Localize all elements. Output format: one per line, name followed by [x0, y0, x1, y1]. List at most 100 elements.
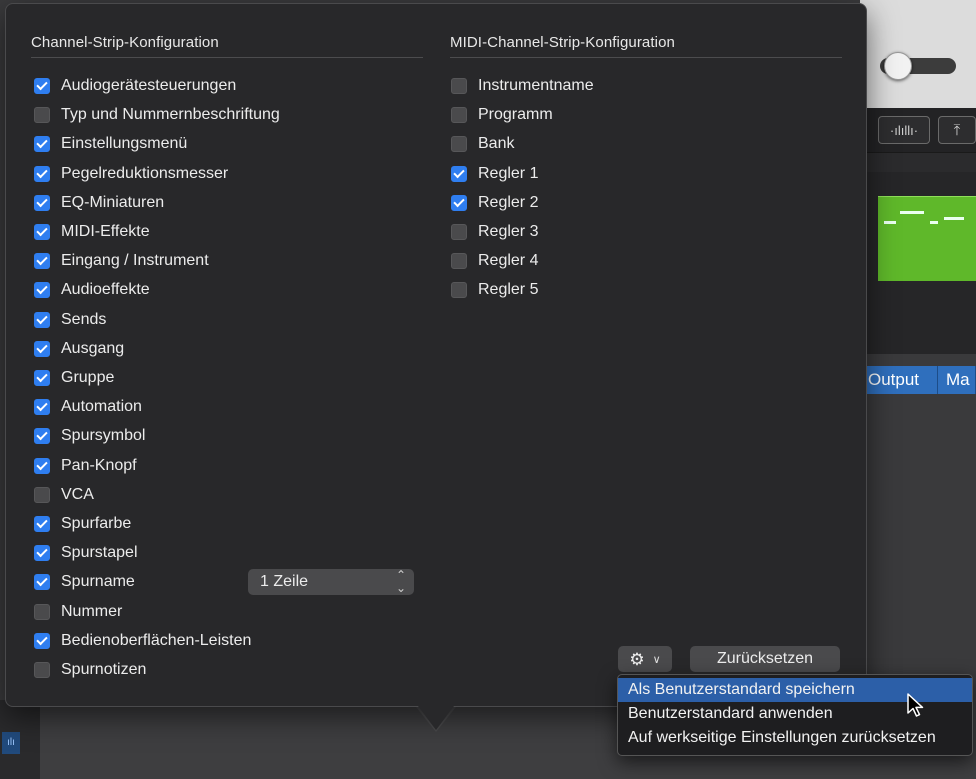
option-bedienoberflächen-leisten[interactable]: Bedienoberflächen-Leisten — [34, 630, 251, 652]
midi-option-regler-3[interactable]: Regler 3 — [451, 221, 538, 243]
checkbox[interactable] — [34, 253, 50, 270]
checkbox[interactable] — [34, 282, 50, 299]
checkbox[interactable] — [34, 574, 50, 591]
checkbox-label: Nummer — [61, 602, 123, 620]
up-down-chevron-icon: ⌃ ⌄ — [395, 568, 406, 595]
checkbox[interactable] — [34, 224, 50, 240]
option-vca[interactable]: VCA — [34, 484, 94, 506]
checkbox[interactable] — [451, 78, 467, 94]
checkbox-label: Pan-Knopf — [61, 456, 137, 474]
midi-option-programm[interactable]: Programm — [451, 104, 553, 126]
option-eingang-instrument[interactable]: Eingang / Instrument — [34, 250, 209, 272]
checkbox-label: Bedienoberflächen-Leisten — [61, 631, 252, 649]
vertical-zoom-button[interactable]: ⤒ — [938, 116, 976, 144]
checkbox-label: Sends — [61, 310, 107, 328]
option-audioeffekte[interactable]: Audioeffekte — [34, 279, 150, 301]
mouse-pointer-icon — [907, 693, 924, 717]
option-nummer[interactable]: Nummer — [34, 601, 122, 623]
option-gruppe[interactable]: Gruppe — [34, 367, 114, 389]
midi-note — [930, 221, 938, 224]
checkbox[interactable] — [451, 194, 467, 211]
checkbox[interactable] — [34, 399, 50, 416]
option-audiogerätesteuerungen[interactable]: Audiogerätesteuerungen — [34, 75, 236, 97]
checkbox[interactable] — [34, 486, 50, 503]
option-eq-miniaturen[interactable]: EQ-Miniaturen — [34, 192, 164, 214]
midi-option-regler-4[interactable]: Regler 4 — [451, 250, 538, 272]
checkbox-label: Bank — [478, 135, 515, 153]
checkbox-label: Spurname — [61, 573, 135, 591]
checkbox-label: Regler 1 — [478, 164, 539, 182]
midi-option-bank[interactable]: Bank — [451, 133, 514, 155]
ruler[interactable] — [860, 152, 976, 173]
checkbox[interactable] — [34, 165, 50, 182]
checkbox-label: Instrumentname — [478, 77, 594, 94]
checkbox[interactable] — [34, 340, 50, 357]
section-divider — [450, 57, 842, 58]
midi-note — [944, 217, 964, 220]
tab-partial[interactable]: Ma — [938, 366, 976, 394]
checkbox-label: Gruppe — [61, 369, 115, 386]
checkbox[interactable] — [451, 136, 467, 153]
master-volume-knob[interactable] — [884, 52, 912, 80]
checkbox-label: Typ und Nummernbeschriftung — [61, 106, 280, 124]
midi-option-instrumentname[interactable]: Instrumentname — [451, 75, 594, 97]
option-spursymbol[interactable]: Spursymbol — [34, 425, 145, 447]
option-pegelreduktionsmesser[interactable]: Pegelreduktionsmesser — [34, 163, 228, 185]
checkbox-label: Pegelreduktionsmesser — [61, 164, 229, 182]
checkbox[interactable] — [451, 253, 467, 270]
tab-output[interactable]: Output — [860, 366, 938, 394]
checkbox[interactable] — [451, 224, 467, 240]
waveform-icon[interactable]: ılı — [2, 732, 20, 754]
checkbox[interactable] — [34, 370, 50, 386]
midi-option-regler-5[interactable]: Regler 5 — [451, 279, 538, 301]
mixer-tabs: Output Ma — [860, 366, 976, 394]
option-spurname[interactable]: Spurname — [34, 571, 135, 593]
checkbox[interactable] — [34, 516, 50, 532]
midi-region[interactable] — [878, 196, 976, 281]
checkbox-label: Programm — [478, 106, 553, 124]
option-einstellungsmenü[interactable]: Einstellungsmenü — [34, 133, 187, 155]
midi-note — [900, 211, 924, 214]
option-spurstapel[interactable]: Spurstapel — [34, 542, 138, 564]
option-midi-effekte[interactable]: MIDI-Effekte — [34, 221, 150, 243]
checkbox[interactable] — [34, 545, 50, 562]
midi-option-regler-2[interactable]: Regler 2 — [451, 192, 538, 214]
checkbox[interactable] — [34, 311, 50, 328]
waveform-zoom-button[interactable]: ·ılıllı· — [878, 116, 930, 144]
menu-item[interactable]: Auf werkseitige Einstellungen zurücksetz… — [618, 726, 972, 750]
midi-note — [884, 221, 896, 224]
option-pan-knopf[interactable]: Pan-Knopf — [34, 455, 137, 477]
checkbox-label: Regler 5 — [478, 281, 539, 299]
checkbox-label: VCA — [61, 485, 94, 503]
checkbox[interactable] — [34, 632, 50, 649]
track-name-lines-select[interactable]: 1 Zeile ⌃ ⌄ — [248, 569, 414, 595]
checkbox[interactable] — [451, 282, 467, 299]
waveform-icon: ·ılıllı· — [889, 122, 919, 138]
midi-option-regler-1[interactable]: Regler 1 — [451, 163, 538, 185]
reset-button[interactable]: Zurücksetzen — [690, 646, 840, 672]
popover-arrow — [418, 706, 454, 730]
option-sends[interactable]: Sends — [34, 309, 106, 331]
checkbox-label: Einstellungsmenü — [61, 135, 188, 153]
option-ausgang[interactable]: Ausgang — [34, 338, 124, 360]
option-spurnotizen[interactable]: Spurnotizen — [34, 659, 146, 681]
checkbox[interactable] — [34, 428, 50, 445]
option-typ-und-nummernbeschriftung[interactable]: Typ und Nummernbeschriftung — [34, 104, 280, 126]
option-spurfarbe[interactable]: Spurfarbe — [34, 513, 131, 535]
settings-action-button[interactable]: ⚙ ∨ — [618, 646, 672, 672]
channel-strip-config-popover: Channel-Strip-Konfiguration MIDI-Channel… — [5, 3, 867, 707]
checkbox[interactable] — [451, 165, 467, 182]
checkbox[interactable] — [34, 603, 50, 620]
checkbox[interactable] — [34, 107, 50, 124]
checkbox-label: Spursymbol — [61, 427, 146, 445]
checkbox-label: Audiogerätesteuerungen — [61, 77, 237, 94]
checkbox-label: Spurfarbe — [61, 515, 132, 532]
checkbox[interactable] — [34, 136, 50, 153]
checkbox[interactable] — [34, 194, 50, 211]
checkbox[interactable] — [34, 662, 50, 678]
channel-strip-section-title: Channel-Strip-Konfiguration — [31, 34, 219, 51]
option-automation[interactable]: Automation — [34, 396, 142, 418]
checkbox[interactable] — [451, 107, 467, 124]
checkbox[interactable] — [34, 457, 50, 474]
checkbox[interactable] — [34, 78, 50, 94]
